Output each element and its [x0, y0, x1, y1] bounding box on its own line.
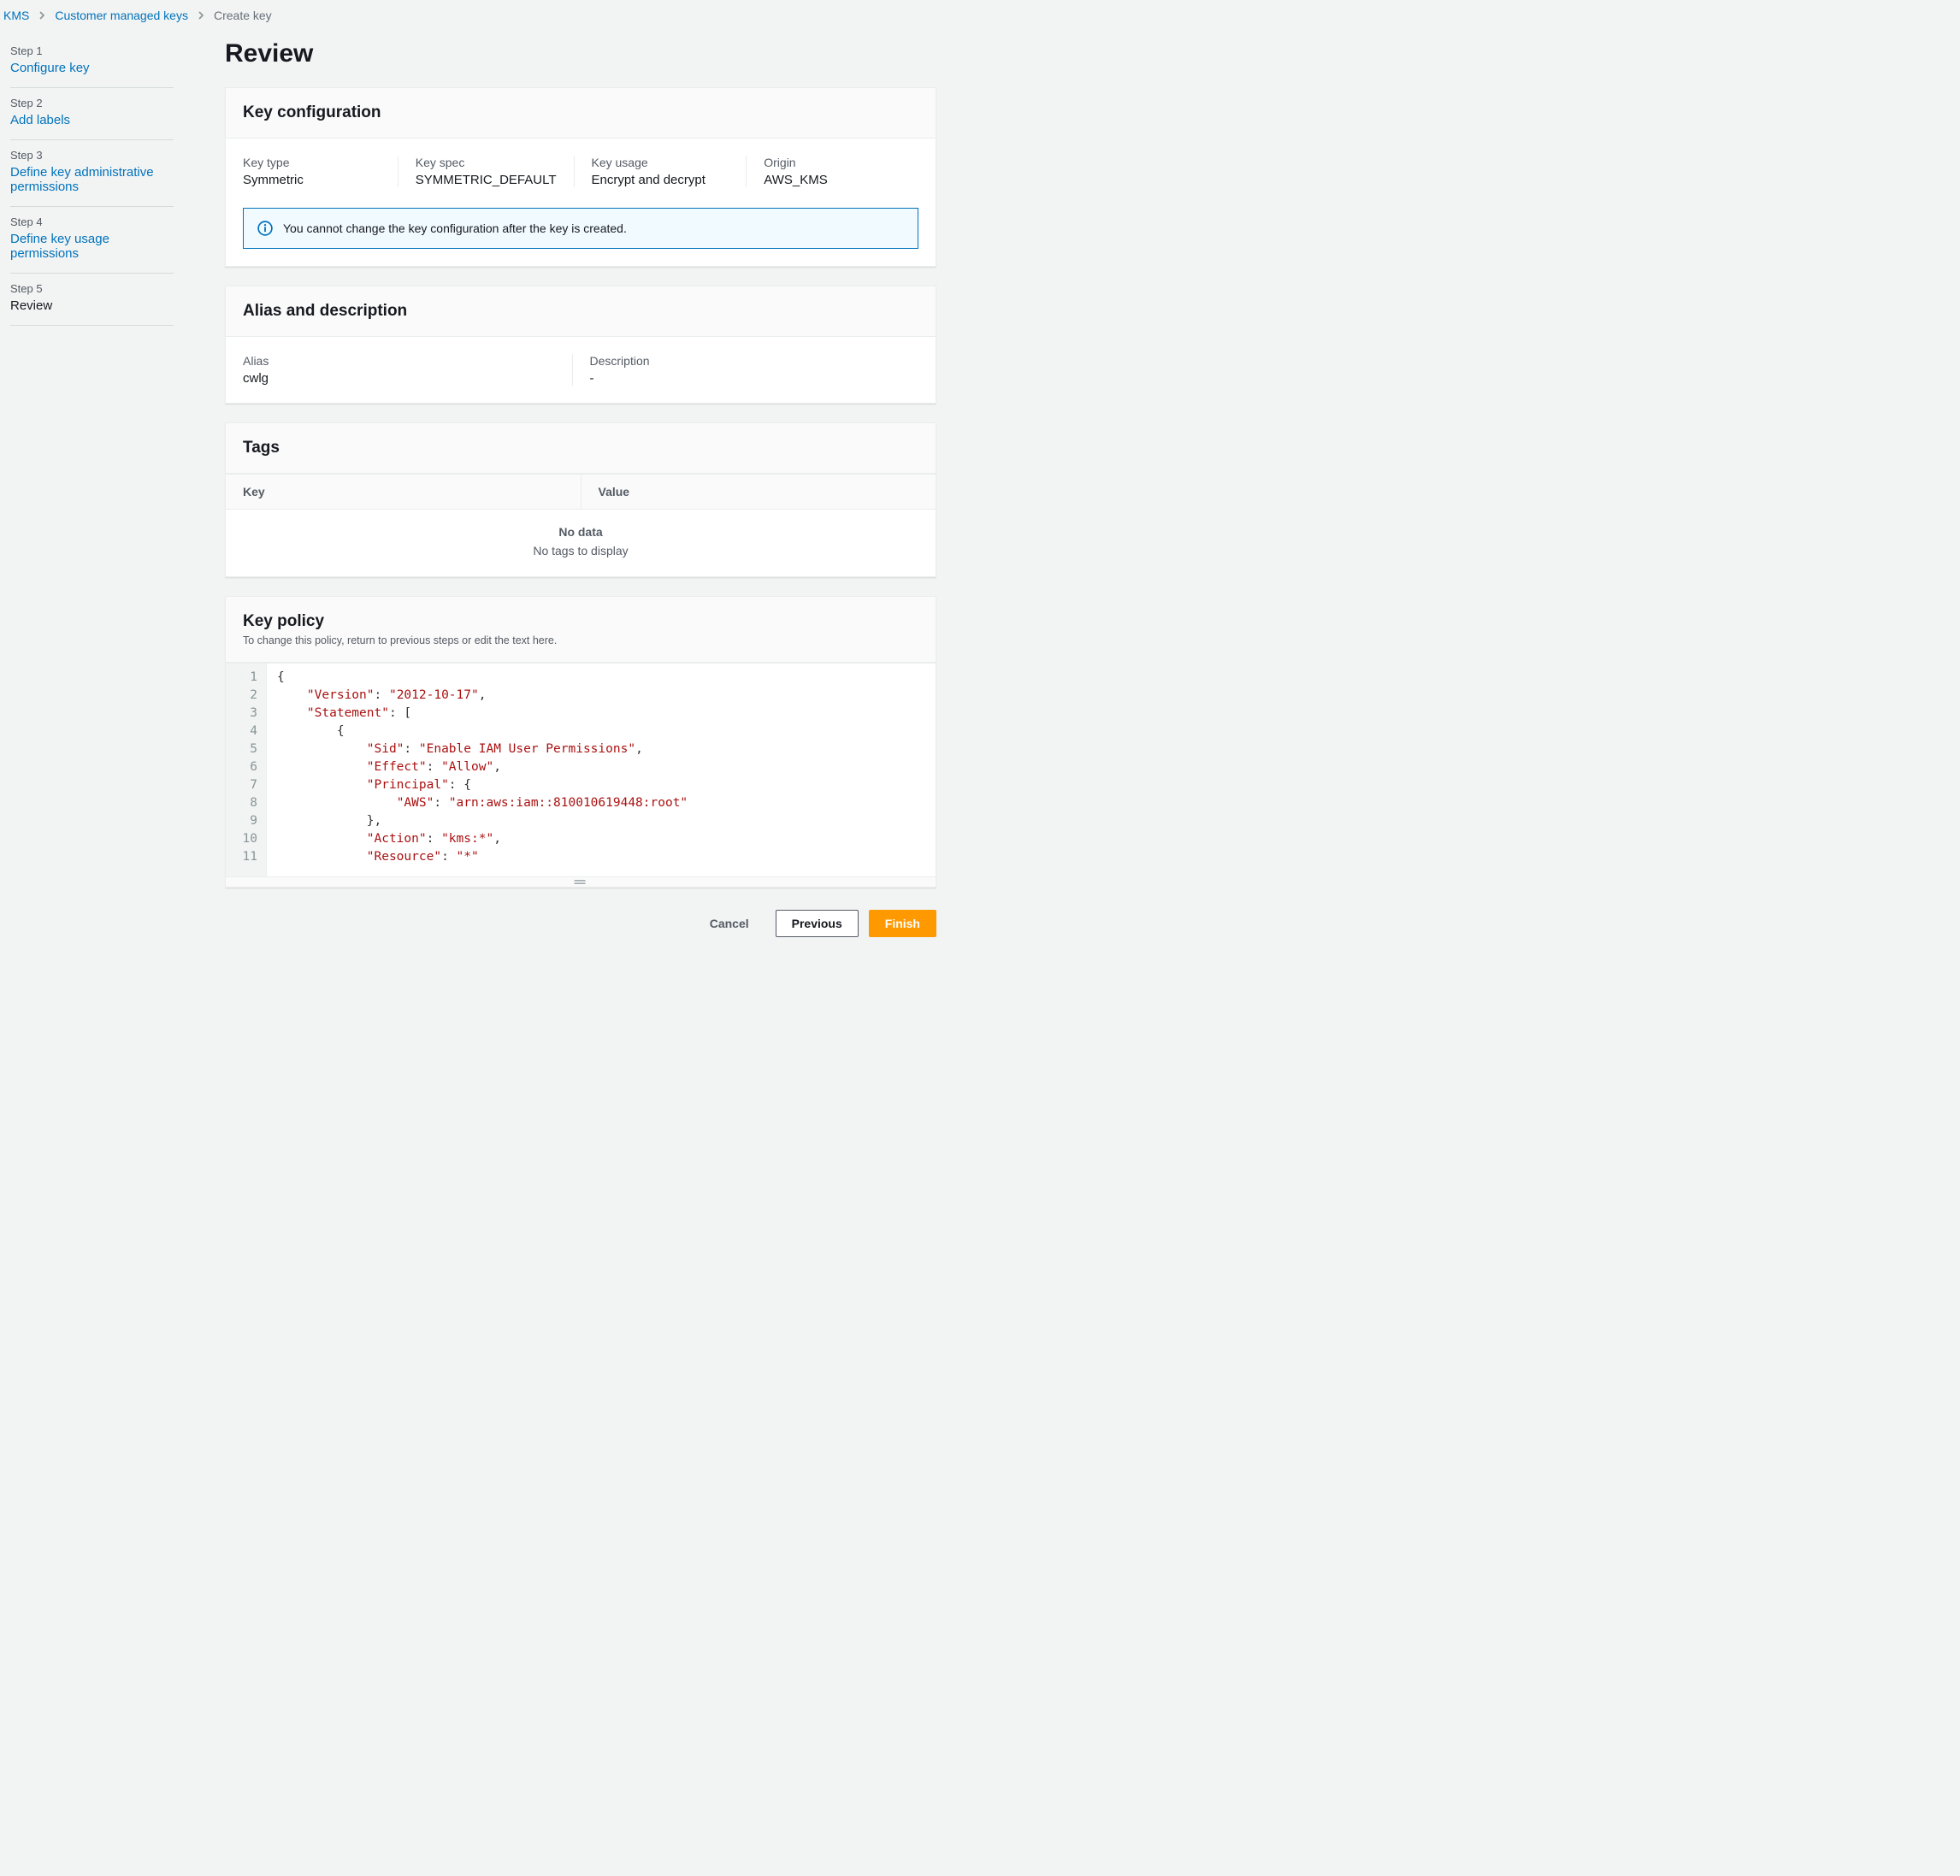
- description-value: -: [590, 371, 902, 386]
- wizard-steps: Step 1Configure keyStep 2Add labelsStep …: [0, 29, 184, 971]
- panel-heading: Tags: [243, 439, 918, 457]
- step-item: Step 1 Configure key: [10, 36, 174, 88]
- panel-heading: Alias and description: [243, 302, 918, 321]
- panel-subtitle: To change this policy, return to previou…: [243, 634, 918, 646]
- config-item: Origin AWS_KMS: [746, 156, 918, 187]
- finish-button[interactable]: Finish: [869, 910, 936, 937]
- breadcrumb-cmk[interactable]: Customer managed keys: [55, 9, 188, 22]
- cancel-button[interactable]: Cancel: [694, 910, 765, 937]
- tags-table-header: Key Value: [226, 474, 936, 510]
- step-label: Step 5: [10, 282, 174, 295]
- step-link[interactable]: Define key administrative permissions: [10, 165, 154, 194]
- alias-value: cwlg: [243, 371, 555, 386]
- config-value: SYMMETRIC_DEFAULT: [416, 173, 557, 187]
- previous-button[interactable]: Previous: [776, 910, 859, 937]
- step-item: Step 5 Review: [10, 274, 174, 326]
- config-item: Key spec SYMMETRIC_DEFAULT: [398, 156, 574, 187]
- panel-tags: Tags Key Value No data No tags to displa…: [225, 422, 936, 577]
- config-value: AWS_KMS: [764, 173, 901, 187]
- resize-handle[interactable]: ═: [226, 876, 936, 887]
- step-link[interactable]: Add labels: [10, 113, 70, 127]
- info-icon: [257, 221, 273, 236]
- breadcrumb-current: Create key: [214, 9, 272, 22]
- step-label: Step 1: [10, 44, 174, 57]
- step-link[interactable]: Configure key: [10, 61, 90, 75]
- tags-empty-title: No data: [226, 525, 936, 539]
- tags-col-key: Key: [226, 475, 581, 509]
- breadcrumb-kms[interactable]: KMS: [3, 9, 29, 22]
- step-label: Step 3: [10, 149, 174, 162]
- step-link[interactable]: Define key usage permissions: [10, 232, 109, 261]
- breadcrumb: KMS Customer managed keys Create key: [0, 0, 1960, 29]
- panel-heading: Key policy: [243, 612, 918, 631]
- tags-empty: No data No tags to display: [226, 510, 936, 576]
- step-label: Step 2: [10, 97, 174, 109]
- panel-key-configuration: Key configuration Key type Symmetric Key s…: [225, 87, 936, 267]
- code-body[interactable]: { "Version": "2012-10-17", "Statement": …: [267, 664, 698, 876]
- tags-col-value: Value: [581, 475, 936, 509]
- alias-label: Alias: [243, 354, 555, 368]
- policy-editor[interactable]: 1234567891011 { "Version": "2012-10-17",…: [226, 663, 936, 876]
- config-item: Key usage Encrypt and decrypt: [574, 156, 747, 187]
- config-value: Symmetric: [243, 173, 381, 187]
- info-box: You cannot change the key configuration …: [243, 208, 918, 249]
- step-label: Step 4: [10, 215, 174, 228]
- panel-key-policy: Key policy To change this policy, return…: [225, 596, 936, 888]
- chevron-right-icon: [38, 11, 46, 20]
- config-label: Key type: [243, 156, 381, 169]
- step-item: Step 4 Define key usage permissions: [10, 207, 174, 274]
- config-label: Key usage: [592, 156, 729, 169]
- step-current: Review: [10, 298, 174, 313]
- chevron-right-icon: [197, 11, 205, 20]
- config-label: Origin: [764, 156, 901, 169]
- main-content: Review Key configuration Key type Symmetr…: [184, 29, 953, 971]
- config-item: Key type Symmetric: [243, 156, 398, 187]
- wizard-footer: Cancel Previous Finish: [225, 906, 936, 954]
- line-gutter: 1234567891011: [226, 664, 267, 876]
- page-title: Review: [225, 39, 936, 68]
- panel-alias-description: Alias and description Alias cwlg Descrip…: [225, 286, 936, 404]
- config-value: Encrypt and decrypt: [592, 173, 729, 187]
- config-label: Key spec: [416, 156, 557, 169]
- info-text: You cannot change the key configuration …: [283, 221, 627, 235]
- step-item: Step 3 Define key administrative permissi…: [10, 140, 174, 207]
- step-item: Step 2 Add labels: [10, 88, 174, 140]
- description-label: Description: [590, 354, 902, 368]
- panel-heading: Key configuration: [243, 103, 918, 122]
- tags-empty-sub: No tags to display: [226, 544, 936, 557]
